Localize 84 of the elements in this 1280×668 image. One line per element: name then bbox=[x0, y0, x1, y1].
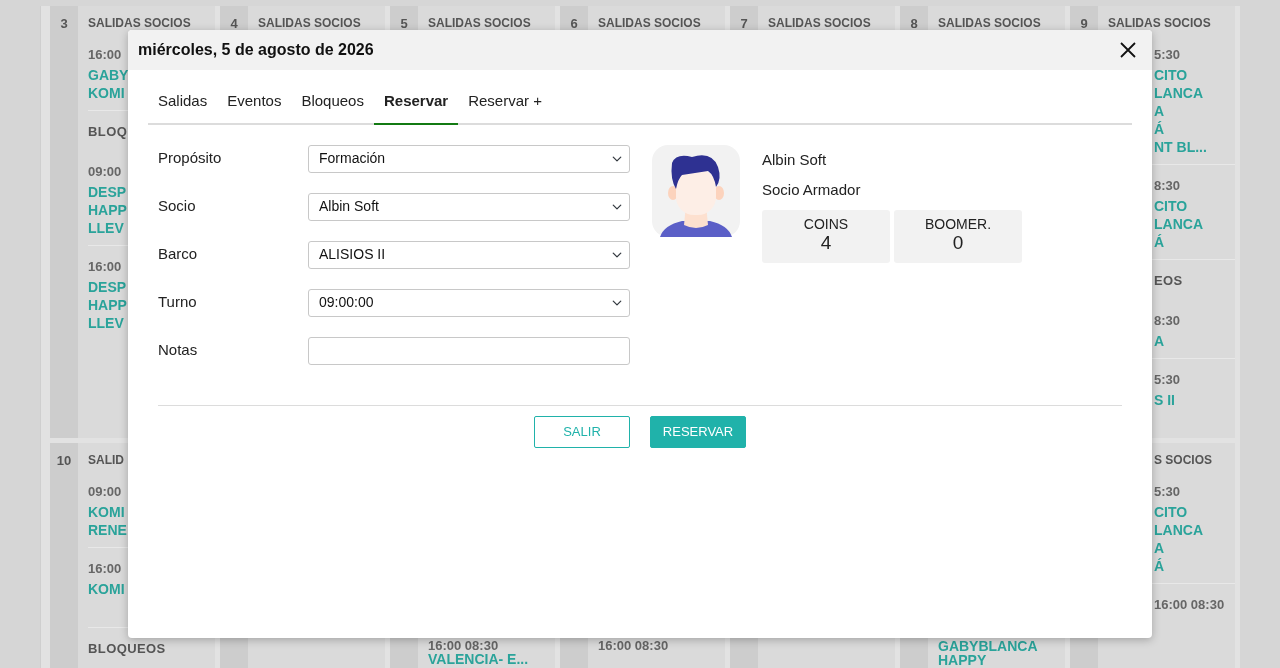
select-field[interactable]: 09:00:00 bbox=[308, 288, 630, 317]
select-field[interactable]: Formación bbox=[308, 144, 630, 173]
day-header: SALIDAS SOCIOS bbox=[768, 15, 871, 32]
tab[interactable]: Salidas bbox=[148, 80, 218, 125]
event-title: HAPP bbox=[88, 201, 127, 219]
event-title: CITO bbox=[1154, 197, 1188, 215]
field-label: Propósito bbox=[158, 148, 223, 169]
event-title: Á bbox=[1154, 233, 1165, 251]
event-time: 8:30 bbox=[1154, 177, 1181, 195]
event-title: NT BL... bbox=[1154, 138, 1207, 156]
select-field[interactable]: ALISIOS II bbox=[308, 240, 630, 269]
event-title: DESP bbox=[88, 183, 127, 201]
event-title: GABYBLANCA bbox=[938, 639, 1038, 653]
field-label: Turno bbox=[158, 292, 198, 313]
event-title: KOMI bbox=[88, 84, 125, 102]
day-header: SALID bbox=[88, 452, 124, 469]
event-title: A bbox=[1154, 539, 1165, 557]
day-number: 6 bbox=[570, 15, 578, 33]
event-title: Á bbox=[1154, 557, 1165, 575]
tab[interactable]: Reservar bbox=[373, 80, 459, 125]
event-title: LANCA bbox=[1154, 84, 1203, 102]
field-label: Notas bbox=[158, 340, 199, 361]
event-title: A bbox=[1154, 102, 1165, 120]
event-time: 16:00 bbox=[88, 258, 122, 276]
day-number: 10 bbox=[56, 452, 72, 470]
event-time: 5:30 bbox=[1154, 371, 1181, 389]
event-time: 16:00 08:30 bbox=[598, 639, 669, 652]
event-title: DESP bbox=[88, 278, 127, 296]
tab[interactable]: Bloqueos bbox=[291, 80, 374, 125]
event-time: 09:00 bbox=[88, 163, 122, 181]
event-title: KOMI bbox=[88, 580, 125, 598]
event-title: LLEV bbox=[88, 219, 124, 237]
day-header: SALIDAS SOCIOS bbox=[598, 15, 701, 32]
day-number: 9 bbox=[1080, 15, 1088, 33]
event-time: 5:30 bbox=[1154, 483, 1181, 501]
event-time: 5:30 bbox=[1154, 46, 1181, 64]
event-time: 16:00 bbox=[88, 560, 122, 578]
event-time: 8:30 bbox=[1154, 312, 1181, 330]
stat-label: COINS bbox=[802, 215, 850, 232]
day-header: SALIDAS SOCIOS bbox=[88, 15, 191, 32]
day-number: 7 bbox=[740, 15, 748, 33]
event-title: A bbox=[1154, 332, 1165, 350]
event-title: KOMI bbox=[88, 503, 125, 521]
event-title: Á bbox=[1154, 120, 1165, 138]
tab[interactable]: Reservar + bbox=[458, 80, 552, 125]
event-time: 09:00 bbox=[88, 483, 122, 501]
event-time: 16:00 08:30 bbox=[428, 639, 499, 652]
day-header: SALIDAS SOCIOS bbox=[938, 15, 1041, 32]
event-title: GABY bbox=[88, 66, 129, 84]
stat-value: 4 bbox=[819, 231, 833, 254]
select-field[interactable]: Albin Soft bbox=[308, 192, 630, 221]
member-role: Socio Armador bbox=[762, 180, 862, 200]
day-header: SALIDAS SOCIOS bbox=[258, 15, 361, 32]
day-header: SALIDAS SOCIOS bbox=[1108, 15, 1211, 32]
event-title: HAPP bbox=[88, 296, 127, 314]
field-label: Barco bbox=[158, 244, 199, 265]
event-title: HAPPY bbox=[938, 653, 987, 667]
event-title: CITO bbox=[1154, 66, 1188, 84]
event-title: LANCA bbox=[1154, 215, 1203, 233]
event-title: S II bbox=[1154, 391, 1175, 409]
section-title: BLOQUEOS bbox=[88, 640, 166, 658]
event-title: VALENCIA- E... bbox=[428, 652, 529, 666]
dialog-title: miércoles, 5 de agosto de 2026 bbox=[138, 40, 374, 60]
day-number: 3 bbox=[60, 15, 68, 33]
section-title: BLOQ bbox=[88, 123, 128, 141]
day-header: SALIDAS SOCIOS bbox=[428, 15, 531, 32]
event-time: 16:00 08:30 bbox=[1154, 596, 1225, 614]
day-number: 4 bbox=[230, 15, 238, 33]
event-time: 16:00 bbox=[88, 46, 122, 64]
input-field[interactable] bbox=[308, 336, 630, 365]
day-number: 8 bbox=[910, 15, 918, 33]
day-header: S SOCIOS bbox=[1153, 452, 1212, 469]
close-icon bbox=[1120, 42, 1136, 58]
event-title: LLEV bbox=[88, 314, 124, 332]
tab[interactable]: Eventos bbox=[217, 80, 292, 125]
day-number: 5 bbox=[400, 15, 408, 33]
field-label: Socio bbox=[158, 196, 197, 217]
event-title: RENE bbox=[88, 521, 127, 539]
section-title: EOS bbox=[1154, 272, 1183, 290]
member-name: Albin Soft bbox=[762, 149, 828, 170]
stat-label: BOOMER. bbox=[923, 215, 993, 232]
stat-value: 0 bbox=[951, 231, 965, 254]
event-title: LANCA bbox=[1154, 521, 1203, 539]
event-title: CITO bbox=[1154, 503, 1188, 521]
